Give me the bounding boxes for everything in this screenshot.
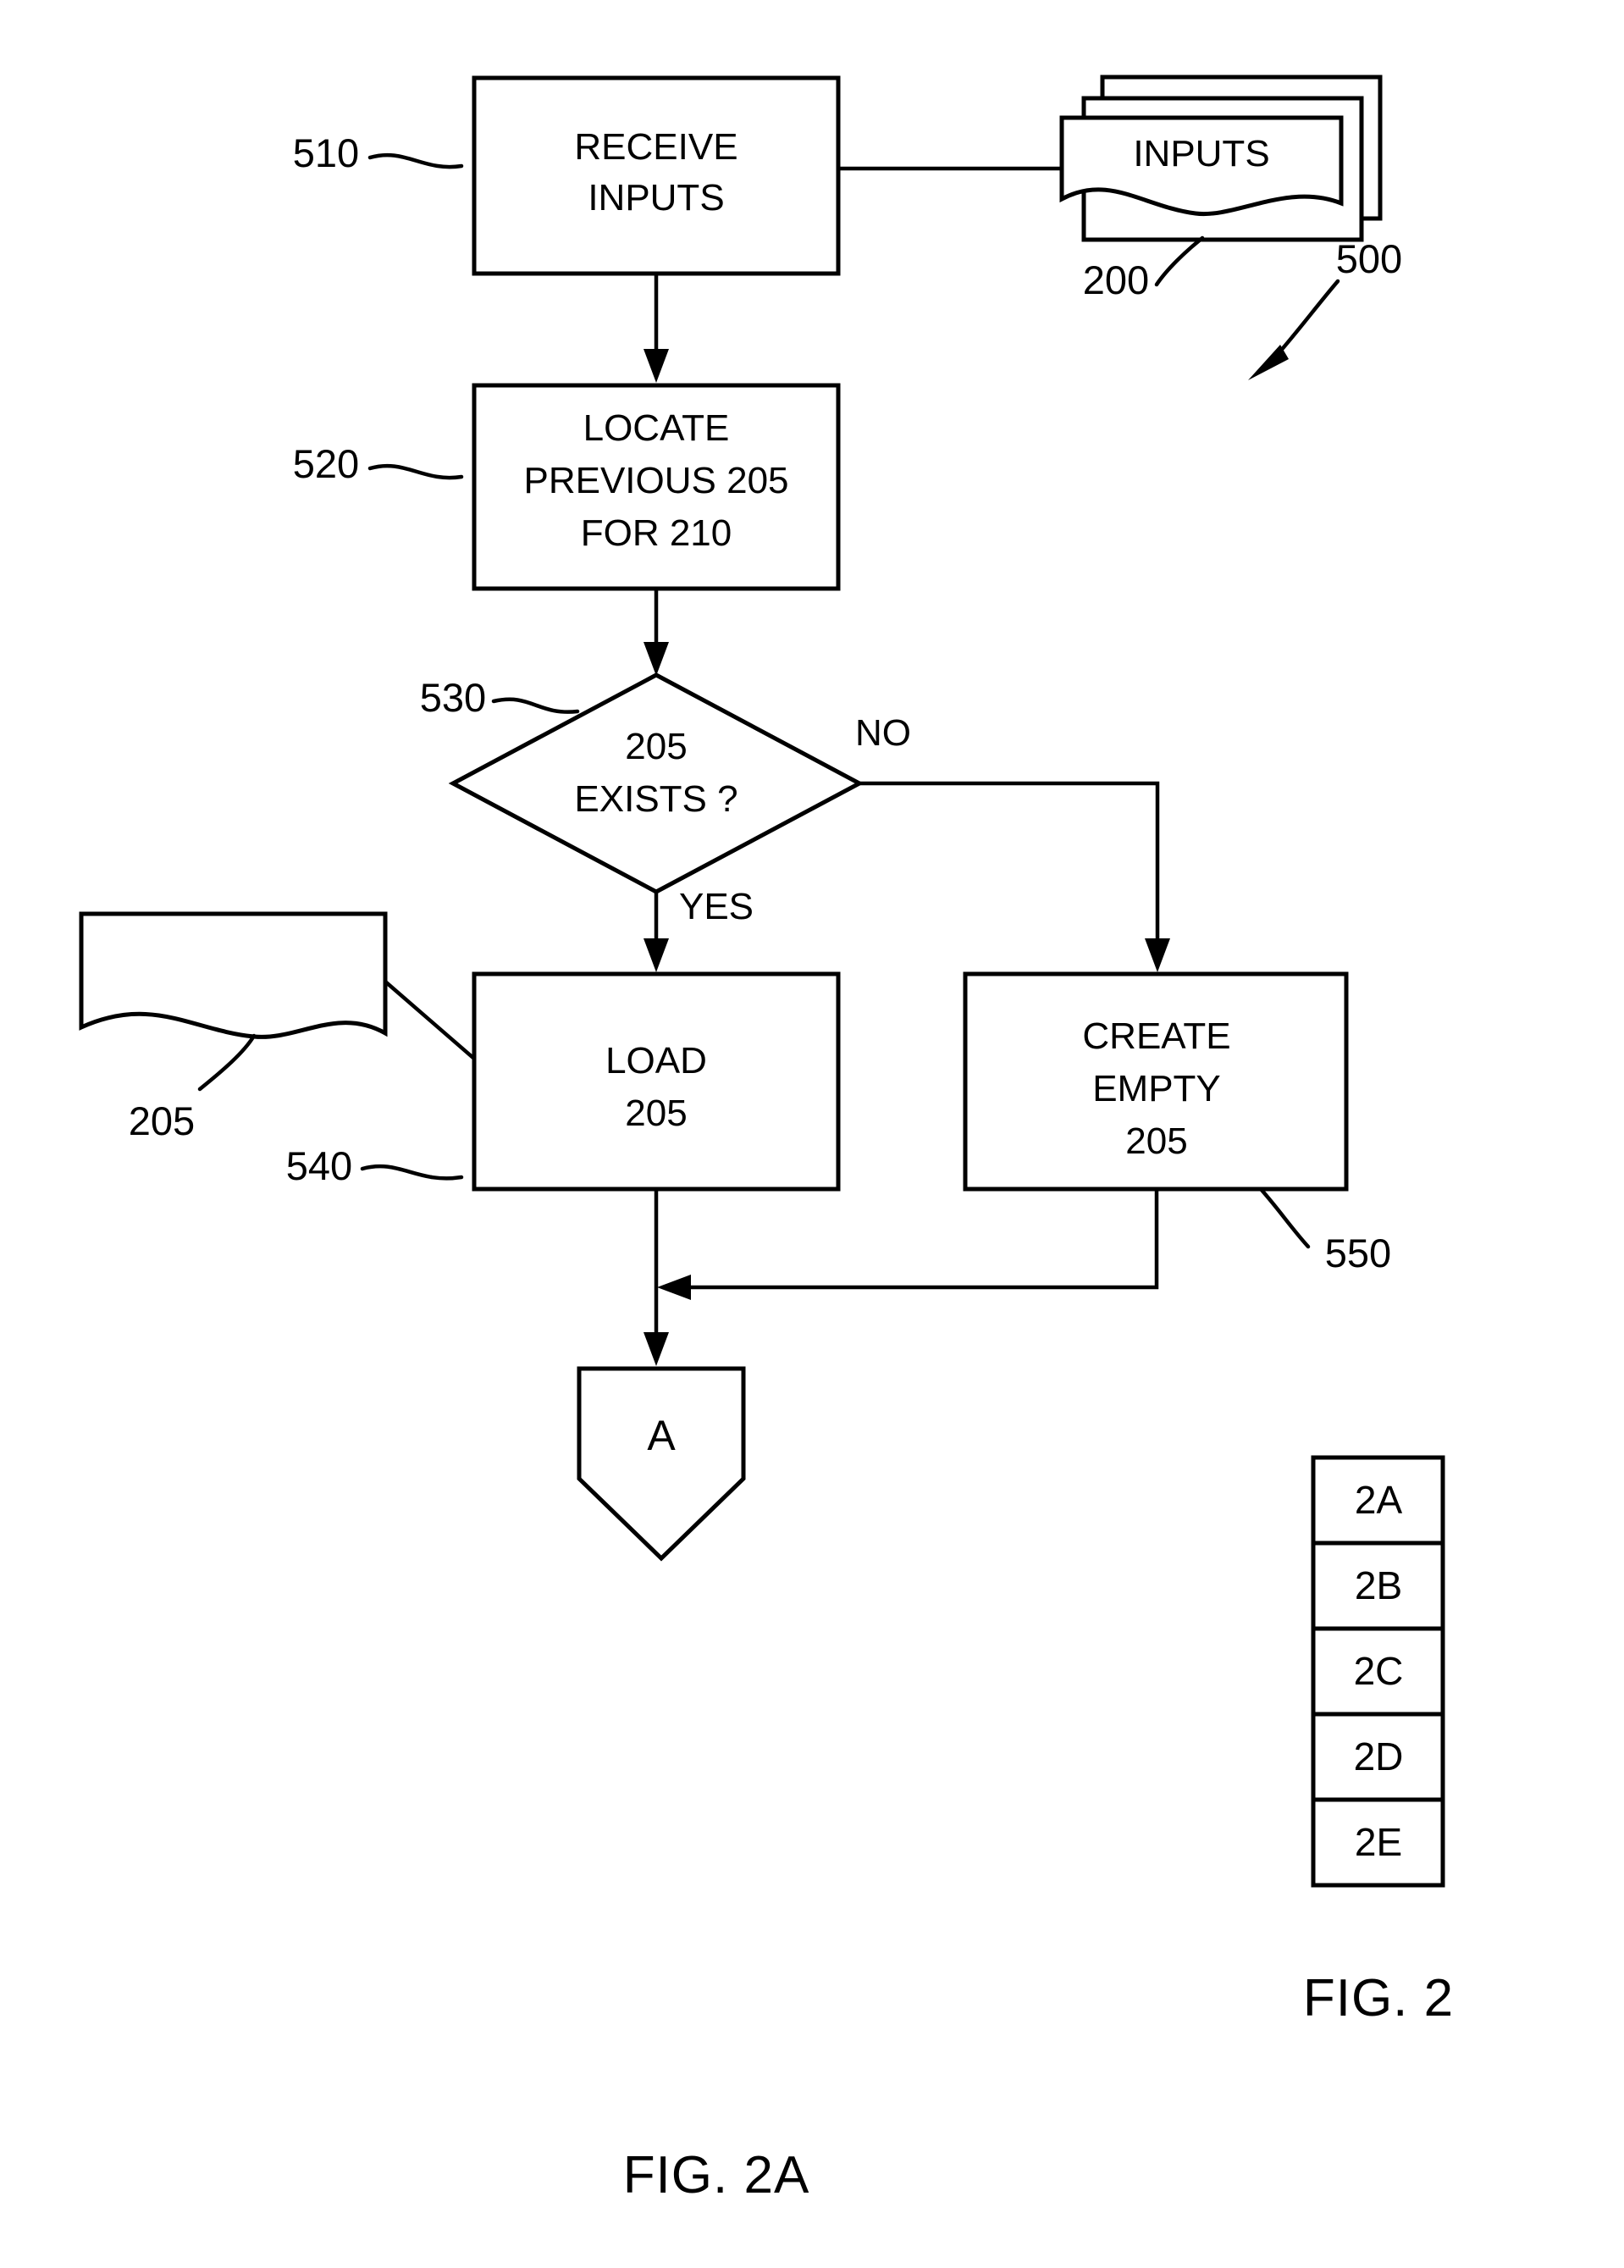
load-205-line2: 205 xyxy=(625,1093,687,1134)
receive-inputs-line2: INPUTS xyxy=(588,177,724,219)
sheet-key-cell-4-label: 2E xyxy=(1355,1820,1402,1864)
ref-200-label: 200 xyxy=(1083,257,1149,302)
edge-load-to-a-arrowhead xyxy=(644,1332,669,1366)
edge-yes-arrowhead xyxy=(644,938,669,972)
create-empty-205-line3: 205 xyxy=(1125,1120,1187,1162)
connector-a-label: A xyxy=(647,1412,676,1459)
ref-500-callout: 500 xyxy=(1248,236,1402,380)
sheet-key-cell-1-label: 2B xyxy=(1355,1563,1402,1607)
ref-200-leader xyxy=(1154,235,1205,287)
ref-530-label: 530 xyxy=(420,675,486,720)
ref-530-leader xyxy=(491,697,580,714)
ref-550-leader xyxy=(1258,1187,1311,1249)
receive-inputs-node: RECEIVE INPUTS xyxy=(472,75,841,276)
load-205-line1: LOAD xyxy=(605,1040,707,1081)
ref-510-leader xyxy=(367,152,464,169)
edge-locate-to-decision-arrowhead xyxy=(644,642,669,676)
inputs-doc-label: INPUTS xyxy=(1133,133,1269,174)
ref-540-leader xyxy=(360,1164,464,1181)
connector-a-node: A xyxy=(577,1366,746,1562)
decision-line1: 205 xyxy=(625,726,687,767)
decision-branch-yes-label: YES xyxy=(679,886,754,927)
edge-decision-no-to-create-empty xyxy=(859,781,1170,972)
locate-previous-line1: LOCATE xyxy=(583,407,730,449)
locate-previous-line2: PREVIOUS 205 xyxy=(523,460,788,501)
ref-520-label: 520 xyxy=(293,441,359,486)
locate-previous-line3: FOR 210 xyxy=(581,512,732,554)
load-205-box xyxy=(472,971,841,1192)
edge-no-arrowhead xyxy=(1145,938,1170,972)
create-empty-205-line2: EMPTY xyxy=(1092,1068,1221,1109)
create-empty-205-node: CREATE EMPTY 205 xyxy=(963,971,1349,1192)
locate-previous-node: LOCATE PREVIOUS 205 FOR 210 xyxy=(472,383,841,591)
ref-540-label: 540 xyxy=(286,1143,352,1188)
fig-2-caption: FIG. 2 xyxy=(1303,1969,1454,2027)
edge-create-empty-merge xyxy=(657,1189,1159,1300)
patent-figure-page: INPUTS 200 500 RECEIVE INPUTS 510 LOCATE… xyxy=(0,0,1624,2268)
ref-500-label: 500 xyxy=(1336,236,1402,281)
fig-2a-caption: FIG. 2A xyxy=(623,2146,810,2204)
decision-205-exists-node: 205 EXISTS ? xyxy=(448,672,864,894)
ref-510-label: 510 xyxy=(293,130,359,175)
edge-receive-to-locate-arrowhead xyxy=(644,349,669,383)
sheet-key-cell-3-label: 2D xyxy=(1354,1734,1404,1778)
ref-205-leader xyxy=(197,1033,257,1092)
edge-receive-to-locate xyxy=(644,274,669,383)
edge-load-to-connector-a xyxy=(644,1189,669,1366)
ref-500-leader xyxy=(1271,279,1340,362)
sheet-key-table: 2A 2B 2C 2D 2E xyxy=(1311,1455,1445,1888)
data-205-document xyxy=(79,911,388,1039)
decision-branch-no-label: NO xyxy=(855,712,911,754)
connector-a-shape xyxy=(577,1366,746,1562)
edge-merge-arrowhead xyxy=(657,1275,691,1300)
flowchart-figure: INPUTS 200 500 RECEIVE INPUTS 510 LOCATE… xyxy=(79,75,1454,2204)
load-205-node: LOAD 205 xyxy=(472,971,841,1192)
ref-500-arrowhead xyxy=(1248,345,1289,380)
receive-inputs-line1: RECEIVE xyxy=(574,126,737,168)
create-empty-205-line1: CREATE xyxy=(1082,1015,1230,1057)
sheet-key-cell-2-label: 2C xyxy=(1354,1649,1404,1693)
ref-520-leader xyxy=(367,463,464,480)
edge-locate-to-decision xyxy=(644,589,669,676)
ref-205-label: 205 xyxy=(129,1098,195,1143)
receive-inputs-box xyxy=(472,75,841,276)
sheet-key-cell-0-label: 2A xyxy=(1355,1478,1403,1522)
decision-line2: EXISTS ? xyxy=(574,778,737,820)
edge-decision-yes-to-load xyxy=(644,892,669,972)
inputs-document-node: INPUTS xyxy=(1059,75,1383,242)
ref-550-label: 550 xyxy=(1325,1231,1391,1275)
